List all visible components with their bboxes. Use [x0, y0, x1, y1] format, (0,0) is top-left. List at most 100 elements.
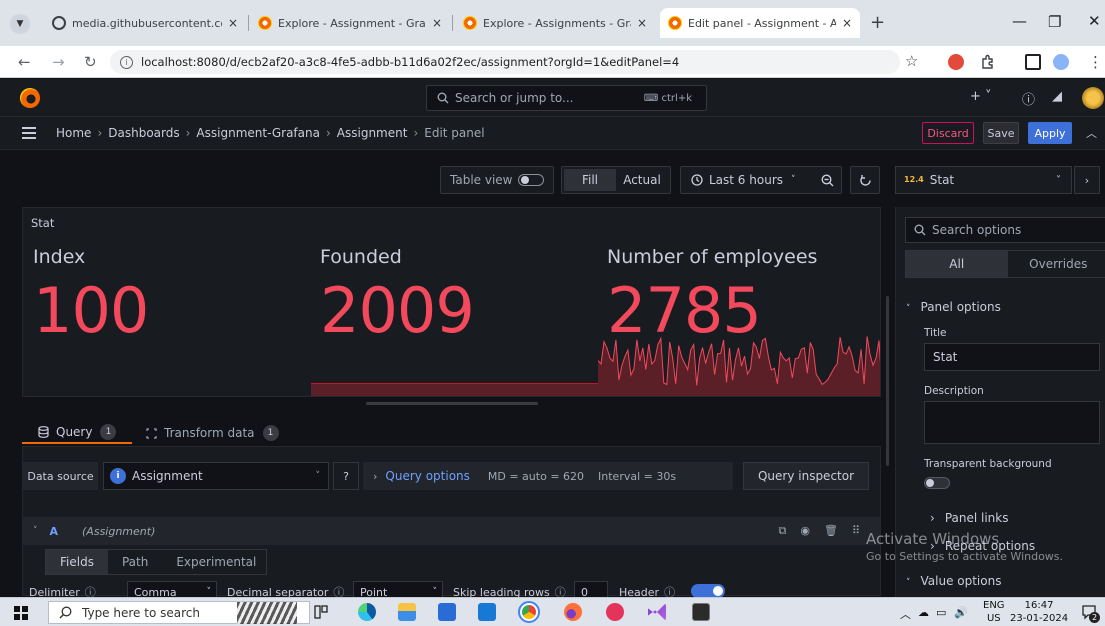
restore-window-icon[interactable]: ❐	[1048, 13, 1061, 31]
search-bar[interactable]: Search or jump to... ⌨ ctrl+k	[426, 85, 707, 111]
title-input[interactable]: Stat	[924, 343, 1100, 371]
browser-menu-icon[interactable]: ⋮	[1088, 53, 1103, 71]
drag-handle-icon[interactable]: ⠿	[852, 524, 860, 538]
user-avatar[interactable]	[1082, 87, 1104, 109]
url-field[interactable]: i localhost:8080/d/ecb2af20-a3c8-4fe5-ad…	[110, 50, 900, 74]
visualization-picker[interactable]: 12.4 Stat ˅	[895, 166, 1072, 194]
terminal-icon[interactable]	[692, 603, 710, 621]
volume-icon[interactable]: 🔊	[954, 606, 968, 619]
show-hidden-icons-chevron[interactable]: ︿	[900, 606, 911, 622]
wps-office-icon[interactable]	[606, 603, 624, 621]
data-source-help-icon[interactable]: ?	[333, 462, 359, 490]
breadcrumb-dashboard[interactable]: Assignment	[337, 126, 408, 140]
microsoft-store-icon[interactable]	[438, 603, 456, 621]
time-range-picker[interactable]: Last 6 hours ˅	[680, 166, 816, 194]
value-options-header[interactable]: ˅ Value options	[906, 574, 1001, 588]
forward-arrow-icon[interactable]: →	[52, 53, 65, 71]
chrome-browser-icon[interactable]	[518, 601, 540, 623]
panel-options-header[interactable]: ˅ Panel options	[906, 300, 1001, 314]
taskbar-search-input[interactable]: Type here to search	[48, 601, 310, 624]
hide-query-eye-icon[interactable]: ◉	[800, 524, 810, 538]
discard-button[interactable]: Discard	[922, 122, 974, 144]
browser-tab-explore-assignments[interactable]: Explore - Assignments - Grafan ×	[455, 8, 655, 38]
fill-option[interactable]: Fill	[564, 169, 616, 191]
panel-links-header[interactable]: › Panel links	[930, 511, 1008, 525]
query-row-header[interactable]: ˅ A (Assignment) ⧉ ◉ 🗑 ⠿	[23, 517, 880, 545]
table-view-toggle[interactable]: Table view	[440, 166, 554, 194]
delete-query-trash-icon[interactable]: 🗑	[824, 524, 838, 538]
data-source-picker[interactable]: i Assignment ˅	[103, 462, 329, 490]
site-info-icon[interactable]: i	[120, 55, 133, 69]
tab-search-button[interactable]: ▼	[10, 14, 30, 34]
extension-icon[interactable]	[948, 54, 964, 70]
system-clock[interactable]: 16:47 23-01-2024	[1010, 599, 1068, 625]
delimiter-select[interactable]: Comma ˅	[127, 581, 217, 597]
actual-option[interactable]: Actual	[616, 169, 668, 191]
toggle-switch[interactable]	[518, 174, 545, 186]
scrollbar[interactable]	[886, 296, 889, 466]
refresh-button[interactable]	[850, 166, 880, 194]
file-explorer-icon[interactable]	[398, 603, 416, 621]
visual-studio-icon[interactable]	[648, 603, 666, 621]
grafana-logo-icon[interactable]	[20, 88, 40, 108]
task-view-icon[interactable]	[312, 603, 330, 621]
edge-browser-icon[interactable]	[358, 603, 376, 621]
mail-icon[interactable]	[478, 603, 496, 621]
browser-tab-edit-panel[interactable]: Edit panel - Assignment - Assig ×	[660, 8, 860, 38]
close-tab-icon[interactable]: ×	[842, 16, 852, 30]
tab-all[interactable]: All	[906, 251, 1008, 277]
help-icon[interactable]: ⓘ	[1022, 89, 1035, 108]
header-toggle[interactable]	[691, 584, 725, 597]
zoom-out-button[interactable]	[814, 166, 842, 194]
query-inspector-button[interactable]: Query inspector	[743, 462, 869, 490]
profile-avatar-icon[interactable]	[1053, 54, 1069, 70]
tab-overrides[interactable]: Overrides	[1008, 251, 1105, 277]
firefox-icon[interactable]	[564, 603, 582, 621]
tab-query[interactable]: Query 1	[22, 422, 132, 444]
extensions-puzzle-icon[interactable]	[980, 54, 996, 70]
subtab-fields[interactable]: Fields	[46, 550, 108, 574]
side-panel-icon[interactable]	[1025, 54, 1041, 70]
chevron-up-icon[interactable]: ︿	[1086, 125, 1097, 141]
options-pane-toggle[interactable]: ›	[1074, 166, 1100, 194]
close-tab-icon[interactable]: ×	[637, 16, 647, 30]
tab-transform-data[interactable]: Transform data 1	[146, 422, 279, 444]
description-textarea[interactable]	[924, 401, 1100, 444]
browser-tab-github[interactable]: media.githubusercontent.com/ ×	[44, 8, 246, 38]
minimize-window-icon[interactable]: —	[1012, 12, 1027, 30]
save-button[interactable]: Save	[983, 122, 1019, 144]
close-tab-icon[interactable]: ×	[432, 16, 442, 30]
windows-start-icon[interactable]	[14, 606, 28, 620]
breadcrumb-folder[interactable]: Assignment-Grafana	[196, 126, 320, 140]
skip-rows-input[interactable]: 0	[574, 581, 608, 597]
back-arrow-icon[interactable]: ←	[18, 53, 31, 71]
browser-tab-explore-assignment[interactable]: Explore - Assignment - Grafana ×	[250, 8, 450, 38]
news-feed-icon[interactable]: ◢	[1052, 89, 1062, 104]
decimal-separator-select[interactable]: Point ˅	[353, 581, 443, 597]
query-options-link[interactable]: Query options	[385, 469, 469, 483]
subtab-path[interactable]: Path	[108, 550, 162, 574]
new-tab-button[interactable]: +	[870, 12, 885, 33]
new-menu-button[interactable]: + ˅	[970, 89, 992, 104]
notification-center-icon[interactable]: 2	[1080, 603, 1100, 623]
bookmark-star-icon[interactable]: ☆	[905, 52, 918, 70]
onedrive-icon[interactable]: ☁	[918, 606, 929, 619]
duplicate-query-icon[interactable]: ⧉	[779, 524, 787, 538]
breadcrumb-home[interactable]: Home	[56, 126, 91, 140]
chevron-down-icon[interactable]: ˅	[33, 526, 38, 536]
search-options-input[interactable]: Search options	[905, 217, 1105, 243]
breadcrumb-bar: Home › Dashboards › Assignment-Grafana › Assig…	[0, 117, 1105, 150]
breadcrumb-dashboards[interactable]: Dashboards	[108, 126, 179, 140]
subtab-experimental[interactable]: Experimental	[162, 550, 270, 574]
transparent-background-toggle[interactable]	[924, 477, 950, 489]
language-indicator[interactable]: ENG US	[983, 599, 1005, 625]
close-window-icon[interactable]: ✕	[1088, 12, 1101, 30]
apply-button[interactable]: Apply	[1028, 122, 1072, 144]
menu-icon[interactable]	[22, 127, 36, 142]
reload-icon[interactable]: ↻	[84, 53, 97, 71]
windows-taskbar: Type here to search ︿ ☁ ▭ 🔊 ENG US 16:47…	[0, 597, 1105, 626]
pane-resize-handle[interactable]	[366, 402, 538, 405]
query-ref-id[interactable]: A	[50, 525, 59, 538]
network-icon[interactable]: ▭	[936, 606, 946, 619]
close-tab-icon[interactable]: ×	[228, 16, 238, 30]
